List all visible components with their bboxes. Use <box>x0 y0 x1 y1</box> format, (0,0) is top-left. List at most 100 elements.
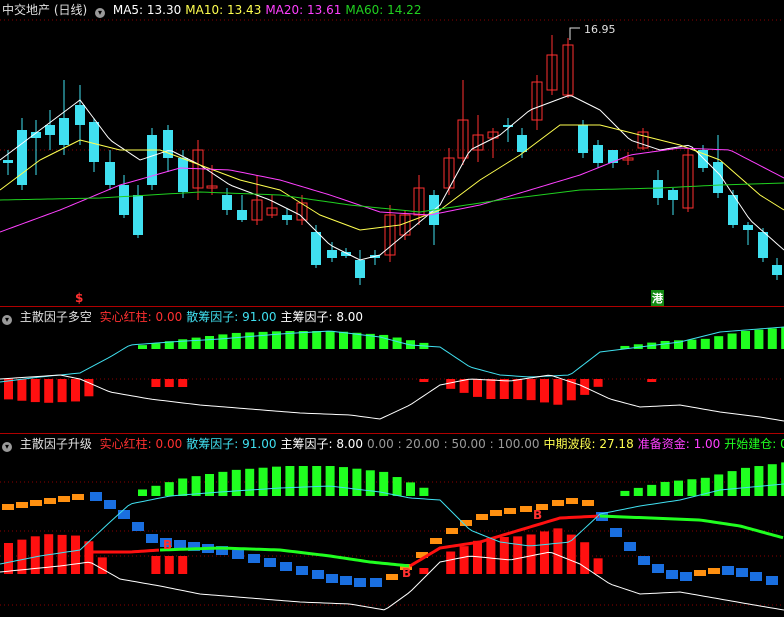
candle-body <box>772 265 782 275</box>
bull-bar <box>325 466 335 496</box>
bear-bar <box>71 535 80 574</box>
candle-body <box>608 150 618 163</box>
bull-bar <box>298 331 308 349</box>
candle-body <box>89 122 99 162</box>
candle-body <box>3 160 13 163</box>
legend-value: 91.00 <box>242 310 277 324</box>
chevron-down-icon[interactable]: ▾ <box>2 315 12 325</box>
factor-panel[interactable]: ▾ 主散因子多空 实心红柱: 0.00 散筹因子: 91.00 主筹因子: 8.00 <box>0 307 784 434</box>
bull-bar <box>352 468 362 496</box>
bear-bar <box>446 551 456 574</box>
stage-block-blue <box>232 550 244 559</box>
bear-bar <box>486 537 496 574</box>
legend-value: 13.30 <box>146 3 182 17</box>
bear-bar <box>419 568 429 574</box>
stage-block-blue <box>248 554 260 563</box>
stage-block-orange <box>566 498 578 504</box>
legend-item: 中期波段: 27.18 <box>543 437 633 451</box>
bull-bar <box>231 332 241 349</box>
legend-item: 实心红柱: 0.00 <box>100 310 183 324</box>
legend-label: MA10: <box>185 3 227 17</box>
bull-bar <box>312 466 322 496</box>
legend-item: MA10: 13.43 <box>185 3 261 17</box>
retail-factor-line <box>0 326 784 383</box>
bull-bar <box>285 466 295 496</box>
bull-bar <box>258 331 268 349</box>
legend-item: 实心红柱: 0.00 <box>100 437 183 451</box>
bull-bar <box>298 466 308 496</box>
stage-block-blue <box>610 528 622 537</box>
ma-legend: MA5: 13.30 MA10: 13.43 MA20: 13.61 MA60: 14… <box>113 3 426 17</box>
bull-bar <box>325 331 335 349</box>
legend-item: 准备资金: 1.00 <box>638 437 721 451</box>
bull-bar <box>767 328 777 349</box>
factor-legend: 实心红柱: 0.00 散筹因子: 91.00 主筹因子: 8.00 <box>100 310 367 324</box>
candle-body <box>45 125 55 135</box>
ma60-line <box>0 182 784 213</box>
bear-bar <box>178 379 188 387</box>
stage-block-blue <box>666 570 678 579</box>
bull-bar <box>392 477 402 496</box>
stage-block-blue <box>766 576 778 585</box>
bull-bar <box>687 339 697 349</box>
upgrade-panel[interactable]: ▾ 主散因子升级 实心红柱: 0.00 散筹因子: 91.00 主筹因子: 8.00… <box>0 434 784 617</box>
buy-signal-marker[interactable]: B <box>163 538 172 552</box>
bear-bar <box>17 539 27 574</box>
legend-value: 0.00 : 20.00 : 50.00 : 100.00 <box>367 437 540 451</box>
stage-block-orange <box>16 502 28 508</box>
bear-bar <box>513 536 523 574</box>
candle-body <box>355 260 365 278</box>
chevron-down-icon[interactable]: ▾ <box>95 8 106 18</box>
main-factor-line <box>0 551 784 611</box>
ma10-line <box>0 124 784 231</box>
buy-signal-marker[interactable]: B <box>533 508 542 522</box>
stage-block-blue <box>104 500 116 509</box>
stage-block-orange <box>520 506 532 512</box>
bull-bar <box>258 467 268 496</box>
signal-s-marker[interactable]: $ <box>75 291 83 305</box>
bull-bar <box>191 337 201 349</box>
bear-bar <box>57 379 67 403</box>
buy-signal-marker[interactable]: B <box>402 566 411 580</box>
stage-block-orange <box>58 496 70 502</box>
kline-panel[interactable]: 中交地产 (日线) ▾ MA5: 13.30 MA10: 13.43 MA20: 1… <box>0 0 784 307</box>
stage-block-blue <box>280 562 292 571</box>
signal-gang-marker[interactable]: 港 <box>651 290 664 306</box>
bull-bar <box>674 480 683 496</box>
bear-bar <box>84 541 94 574</box>
stage-block-orange <box>30 500 42 506</box>
legend-value: 0.00 <box>155 310 183 324</box>
stage-block-orange <box>694 570 706 576</box>
legend-value: 91.00 <box>242 437 277 451</box>
stage-block-orange <box>708 568 720 574</box>
candle-body <box>17 130 27 185</box>
legend-label: 准备资金: <box>637 437 694 451</box>
ma5-line <box>0 95 784 261</box>
bear-bar <box>4 543 13 574</box>
legend-item: 主筹因子: 8.00 <box>280 437 363 451</box>
bull-bar <box>164 482 174 496</box>
bull-bar <box>138 489 147 496</box>
stage-block-orange <box>446 528 458 534</box>
bear-bar <box>553 379 563 405</box>
bull-bar <box>312 331 322 349</box>
factor-header: ▾ 主散因子多空 实心红柱: 0.00 散筹因子: 91.00 主筹因子: 8.00 <box>2 309 371 325</box>
bear-bar <box>164 556 174 574</box>
stage-block-orange <box>552 500 564 506</box>
bear-bar <box>151 556 161 574</box>
stage-block-orange <box>460 520 472 526</box>
bull-bar <box>687 479 697 496</box>
bear-bar <box>499 379 509 399</box>
candle-body <box>517 135 527 152</box>
legend-label: 散筹因子: <box>186 310 243 324</box>
legend-label: 主筹因子: <box>280 437 337 451</box>
legend-item: 散筹因子: 91.00 <box>186 310 276 324</box>
stage-block-orange <box>44 498 56 504</box>
stage-block-blue <box>132 522 144 531</box>
trend-line-green <box>599 514 784 540</box>
upgrade-header: ▾ 主散因子升级 实心红柱: 0.00 散筹因子: 91.00 主筹因子: 8.00… <box>2 436 784 452</box>
factor-title: 主散因子多空 <box>19 310 92 324</box>
legend-label: 开始建仓: <box>724 437 781 451</box>
chevron-down-icon[interactable]: ▾ <box>2 442 12 452</box>
candle-body <box>59 118 69 145</box>
